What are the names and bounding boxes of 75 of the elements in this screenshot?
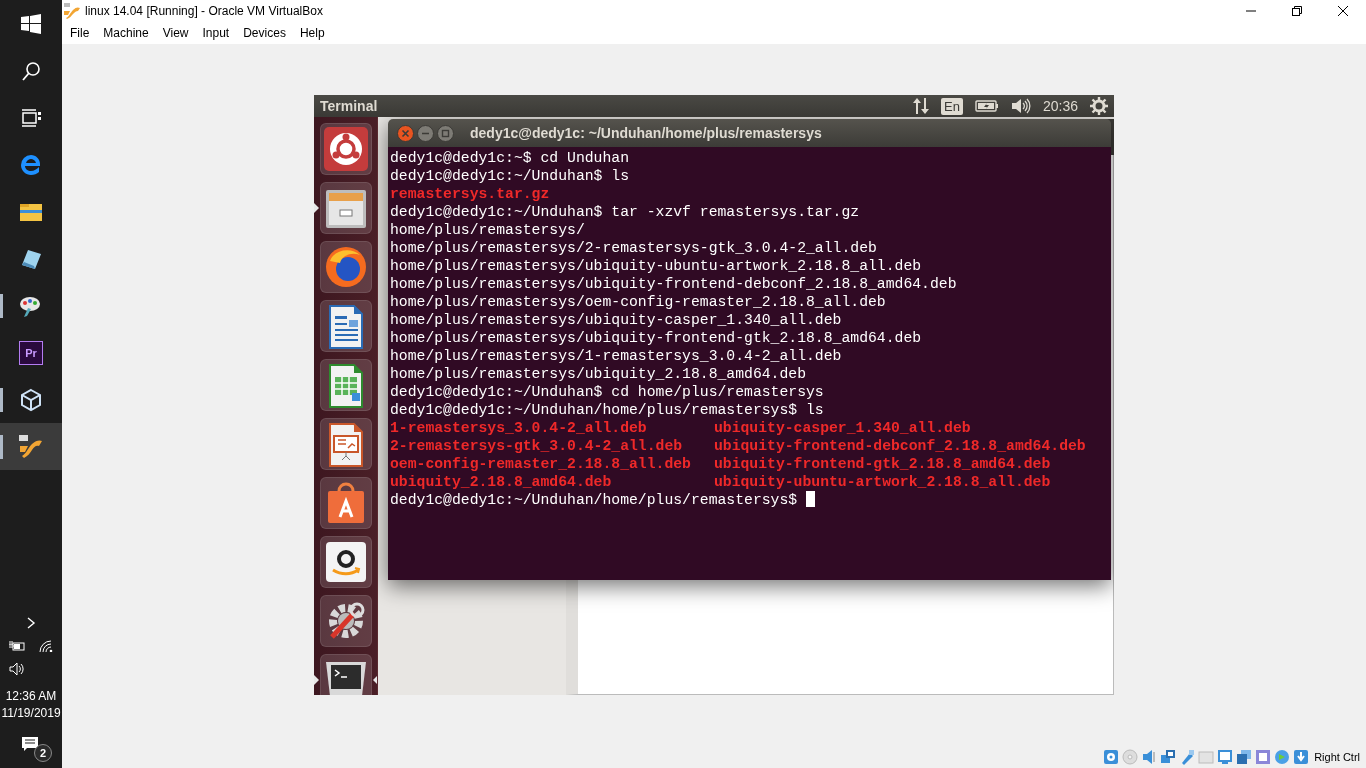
menu-item[interactable]: Machine bbox=[96, 24, 156, 42]
terminal-line: home/plus/remastersys/ubiquity_2.18.8_amd64.deb bbox=[390, 365, 807, 383]
restore-icon bbox=[1292, 6, 1302, 16]
network-icon[interactable] bbox=[1160, 749, 1177, 765]
terminal-line: dedy1c@dedy1c:~/Unduhan$ cd home/plus/remastersys bbox=[390, 383, 824, 401]
app-logo-icon: Pr bbox=[19, 340, 43, 365]
close-icon bbox=[1338, 6, 1348, 16]
running-indicator bbox=[0, 388, 3, 412]
host-key-label: Right Ctrl bbox=[1314, 751, 1360, 763]
cpu-chip-icon[interactable] bbox=[1255, 749, 1272, 765]
file-name: ubiquity-frontend-gtk_2.18.8_amd64.deb bbox=[713, 455, 1051, 473]
terminal-line: dedy1c@dedy1c:~/Unduhan$ tar -xzvf remastersys.tar.gz bbox=[390, 203, 860, 221]
terminal-line: dedy1c@dedy1c:~/Unduhan$ ls bbox=[390, 167, 629, 185]
file-name: ubiquity-ubuntu-artwork_2.18.8_all.deb bbox=[713, 473, 1051, 491]
battery-charging-icon[interactable] bbox=[9, 639, 25, 652]
file-name: ubiquity_2.18.8_amd64.deb bbox=[390, 473, 613, 491]
file-name: ubiquity-frontend-debconf_2.18.8_amd64.deb bbox=[713, 437, 1086, 455]
file-name: 1-remastersys_3.0.4-2_all.deb bbox=[390, 419, 648, 437]
menu-item[interactable]: File bbox=[63, 24, 97, 42]
task-view-icon bbox=[21, 108, 41, 127]
taskbar-app-button[interactable] bbox=[0, 423, 62, 470]
taskbar-app-button[interactable]: Pr bbox=[0, 329, 62, 376]
terminal-line: home/plus/remastersys/ubiquity-frontend-gtk_2.18.8_amd64.deb bbox=[390, 329, 922, 347]
launcher-item[interactable] bbox=[314, 654, 377, 695]
battery-icon[interactable] bbox=[974, 99, 999, 113]
close-icon[interactable] bbox=[397, 124, 414, 142]
terminal-line: home/plus/remastersys/ubiquity-frontend-debconf_2.18.8_amd64.deb bbox=[390, 275, 957, 293]
volume-icon[interactable] bbox=[9, 661, 25, 676]
terminal-line: home/plus/remastersys/ubiquity-casper_1.340_all.deb bbox=[390, 311, 842, 329]
terminal-line: home/plus/remastersys/oem-config-remaster_2.18.8_all.deb bbox=[390, 293, 886, 311]
running-indicator bbox=[0, 435, 3, 459]
clock-date: 11/19/2019 bbox=[1, 705, 61, 722]
terminal-line: home/plus/remastersys/2-remastersys-gtk_3.0.4-2_all.deb bbox=[390, 239, 877, 257]
running-indicator bbox=[314, 675, 319, 685]
menu-item[interactable]: Input bbox=[195, 24, 237, 42]
terminal-line: home/plus/remastersys/1-remastersys_3.0.4-2_all.deb bbox=[390, 347, 842, 365]
file-name: ubiquity-casper_1.340_all.deb bbox=[713, 419, 971, 437]
cube-icon bbox=[19, 387, 43, 412]
search-icon bbox=[21, 60, 41, 81]
keyboard-layout-indicator[interactable]: En bbox=[941, 97, 963, 115]
terminal-line: home/plus/remastersys/ubiquity-ubuntu-artwork_2.18.8_all.deb bbox=[390, 257, 922, 275]
edge-icon bbox=[19, 152, 43, 177]
network-arrows-icon[interactable] bbox=[913, 97, 930, 115]
windows-logo-icon bbox=[21, 13, 41, 34]
file-name: remastersys.tar.gz bbox=[390, 185, 550, 203]
virtual-machine-icon bbox=[64, 3, 80, 19]
notification-button[interactable]: 2 bbox=[11, 734, 51, 764]
minimize-icon[interactable] bbox=[417, 124, 434, 142]
display-icon[interactable] bbox=[1217, 749, 1234, 765]
file-name: 2-remastersys-gtk_3.0.4-2_all.deb bbox=[390, 437, 684, 455]
clock-time: 12:36 AM bbox=[5, 688, 57, 705]
virtual-machine-icon bbox=[18, 433, 44, 460]
wifi-icon[interactable] bbox=[39, 639, 53, 652]
terminal-line: dedy1c@dedy1c:~/Unduhan/home/plus/remastersys$ bbox=[390, 491, 798, 509]
audio-icon[interactable] bbox=[1141, 749, 1158, 765]
window-title: linux 14.04 [Running] - Oracle VM VirtualBox bbox=[85, 4, 323, 18]
chevron-icon[interactable] bbox=[26, 616, 36, 629]
message-icon bbox=[21, 736, 39, 752]
maximize-icon[interactable] bbox=[437, 124, 454, 142]
panel-clock[interactable]: 20:36 bbox=[1042, 98, 1078, 114]
terminal-title: dedy1c@dedy1c: ~/Unduhan/home/plus/remastersys bbox=[470, 125, 822, 141]
file-name: oem-config-remaster_2.18.8_all.deb bbox=[390, 455, 692, 473]
gear-icon[interactable] bbox=[1090, 97, 1108, 115]
terminal-line: home/plus/remastersys/ bbox=[390, 221, 585, 239]
menu-item[interactable]: Devices bbox=[236, 24, 293, 42]
volume-icon[interactable] bbox=[1010, 98, 1031, 114]
menu-item[interactable]: View bbox=[155, 24, 196, 42]
running-indicator bbox=[314, 203, 319, 213]
terminal-line: dedy1c@dedy1c:~$ cd Unduhan bbox=[390, 149, 629, 167]
running-indicator bbox=[0, 294, 3, 318]
active-app-title: Terminal bbox=[320, 98, 378, 114]
terminal-line: dedy1c@dedy1c:~/Unduhan/home/plus/remastersys$ ls bbox=[390, 401, 824, 419]
screens-icon[interactable] bbox=[1236, 749, 1253, 765]
menu-item[interactable]: Help bbox=[292, 24, 332, 42]
usb-icon[interactable] bbox=[1179, 749, 1196, 765]
